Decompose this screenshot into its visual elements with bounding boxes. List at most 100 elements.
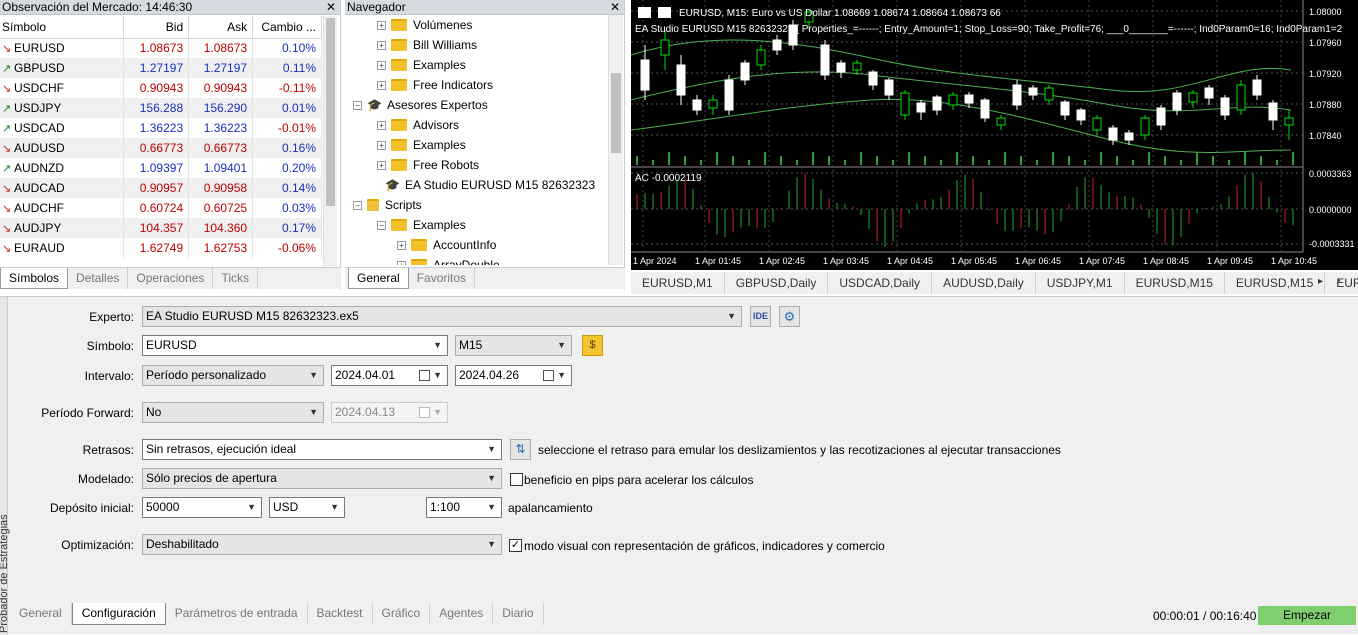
expand-icon[interactable]: + [377, 21, 386, 31]
expand-icon[interactable]: + [377, 81, 386, 91]
navigator-item[interactable]: 🎓 EA Studio EURUSD M15 82632323 [385, 175, 595, 195]
tester-tab[interactable]: Agentes [430, 603, 494, 625]
chart-tab[interactable]: USDJPY,M1 [1036, 272, 1125, 294]
table-row[interactable]: ↘ AUDJPY 104.357 104.360 0.17% [0, 218, 322, 238]
navigator-item[interactable]: − Scripts [353, 195, 422, 215]
tester-tab[interactable]: Backtest [308, 603, 373, 625]
expand-icon[interactable]: + [377, 41, 386, 51]
column-header[interactable]: Cambio ... [252, 16, 322, 39]
tester-tab[interactable]: Configuración [71, 603, 166, 625]
tester-tab[interactable]: Diario [493, 603, 544, 625]
scrollbar-thumb[interactable] [326, 18, 335, 206]
interval-select[interactable]: Período personalizado ▼ [142, 365, 324, 386]
candle-body [900, 92, 910, 116]
navigator-item[interactable]: + Advisors [377, 115, 459, 135]
column-header[interactable]: Ask [188, 16, 254, 39]
calendar-icon[interactable] [543, 370, 554, 381]
tab-detalles[interactable]: Detalles [68, 268, 129, 289]
tab-operaciones[interactable]: Operaciones [128, 268, 214, 289]
deposit-combobox[interactable]: 50000 ▼ [142, 497, 262, 518]
market-watch-scrollbar[interactable] [323, 16, 337, 266]
navigator-item[interactable]: + Volúmenes [377, 15, 472, 35]
bid-cell: 0.90943 [123, 78, 190, 98]
delays-select[interactable]: Sin retrasos, ejecución ideal ▼ [142, 439, 502, 460]
price-chart[interactable]: EURUSD, M15: Euro vs US Dollar 1.08669 1… [630, 0, 1358, 270]
tabs-more-icon[interactable]: • [1337, 276, 1341, 287]
navigator-item[interactable]: + ArrayDouble [397, 255, 500, 265]
navigator-item[interactable]: + Free Indicators [377, 75, 493, 95]
expand-icon[interactable]: + [377, 141, 386, 151]
chart-tab[interactable]: USDCAD,Daily [828, 272, 933, 294]
symbol-combobox[interactable]: EURUSD ▼ [142, 335, 448, 356]
collapse-icon[interactable]: − [353, 201, 362, 211]
chevron-down-icon: ▼ [433, 370, 442, 380]
chart-tab[interactable]: AUDUSD,Daily [932, 272, 1036, 294]
arrow-up-icon: ↗ [2, 103, 12, 115]
tab-favoritos[interactable]: Favoritos [409, 268, 476, 289]
forward-select[interactable]: No ▼ [142, 402, 324, 423]
tabs-scroll-right-icon[interactable]: ▸ [1318, 276, 1323, 287]
model-select[interactable]: Sólo precios de apertura ▼ [142, 468, 502, 489]
chart-tab[interactable]: GBPUSD,Daily [725, 272, 829, 294]
expand-icon[interactable]: + [377, 121, 386, 131]
table-row[interactable]: ↘ AUDCAD 0.90957 0.90958 0.14% [0, 178, 322, 198]
table-row[interactable]: ↗ USDCAD 1.36223 1.36223 -0.01% [0, 118, 322, 138]
optimization-select[interactable]: Deshabilitado ▼ [142, 534, 502, 555]
collapse-icon[interactable]: − [353, 101, 362, 111]
table-row[interactable]: ↘ AUDUSD 0.66773 0.66773 0.16% [0, 138, 322, 158]
tester-tab[interactable]: General [10, 603, 72, 625]
candle-body [756, 49, 766, 66]
close-icon[interactable]: ✕ [610, 0, 620, 15]
date-to-picker[interactable]: 2024.04.26 ▼ [455, 365, 572, 386]
collapse-icon[interactable]: − [377, 221, 386, 231]
currency-select[interactable]: USD ▼ [269, 497, 345, 518]
scrollbar-thumb[interactable] [611, 73, 621, 153]
chart-tab[interactable]: EUR [1325, 272, 1358, 294]
navigator-item[interactable]: − 🎓 Asesores Expertos [353, 95, 488, 115]
expand-icon[interactable]: + [377, 61, 386, 71]
leverage-select[interactable]: 1:100 ▼ [426, 497, 502, 518]
ide-button[interactable]: IDE [750, 306, 771, 327]
table-row[interactable]: ↗ USDJPY 156.288 156.290 0.01% [0, 98, 322, 118]
expand-icon[interactable]: + [397, 261, 406, 265]
tester-tab[interactable]: Parámetros de entrada [166, 603, 308, 625]
tab-general[interactable]: General [348, 268, 409, 289]
settings-gear-icon[interactable]: ⚙ [779, 306, 800, 327]
navigator-item[interactable]: + AccountInfo [397, 235, 496, 255]
chart-tab[interactable]: EURUSD,M1 [631, 272, 725, 294]
visual-mode-checkbox[interactable]: ✓ [509, 539, 522, 552]
table-row[interactable]: ↘ USDCHF 0.90943 0.90943 -0.11% [0, 78, 322, 98]
table-row[interactable]: ↘ EURAUD 1.62749 1.62753 -0.06% [0, 238, 322, 258]
navigator-scrollbar[interactable] [608, 15, 623, 265]
expand-icon[interactable]: + [397, 241, 406, 251]
delay-settings-icon[interactable]: ⇅ [510, 439, 531, 460]
expert-select[interactable]: EA Studio EURUSD M15 82632323.ex5 ▼ [142, 306, 742, 327]
chart-tab[interactable]: EURUSD,M15 [1125, 272, 1225, 294]
tab-símbolos[interactable]: Símbolos [0, 268, 69, 289]
table-row[interactable]: ↗ GBPUSD 1.27197 1.27197 0.11% [0, 58, 322, 78]
calendar-icon[interactable] [419, 370, 430, 381]
tester-tab[interactable]: Gráfico [373, 603, 431, 625]
expand-icon[interactable]: + [377, 161, 386, 171]
date-from-picker[interactable]: 2024.04.01 ▼ [331, 365, 448, 386]
navigator-item[interactable]: + Bill Williams [377, 35, 477, 55]
navigator-item[interactable]: + Examples [377, 55, 466, 75]
column-header[interactable]: Bid [123, 16, 190, 39]
pips-checkbox[interactable] [510, 473, 523, 486]
column-header[interactable]: Símbolo [0, 16, 125, 39]
dollar-icon[interactable]: $ [582, 335, 603, 356]
navigator-item[interactable]: + Examples [377, 135, 466, 155]
chevron-down-icon: ▼ [557, 370, 566, 380]
table-row[interactable]: ↘ AUDCHF 0.60724 0.60725 0.03% [0, 198, 322, 218]
navigator-item[interactable]: − Examples [377, 215, 466, 235]
tab-ticks[interactable]: Ticks [213, 268, 258, 289]
timeframe-select[interactable]: M15 ▼ [455, 335, 572, 356]
chart-tab[interactable]: EURUSD,M15 [1225, 272, 1326, 294]
table-row[interactable]: ↘ EURUSD 1.08673 1.08673 0.10% [0, 38, 322, 58]
ask-cell: 1.08673 [188, 38, 254, 58]
table-row[interactable]: ↗ AUDNZD 1.09397 1.09401 0.20% [0, 158, 322, 178]
start-button[interactable]: Empezar [1258, 606, 1356, 625]
close-icon[interactable]: ✕ [326, 0, 336, 15]
navigator-item[interactable]: + Free Robots [377, 155, 479, 175]
chart-canvas[interactable]: EURUSD, M15: Euro vs US Dollar 1.08669 1… [630, 0, 1358, 270]
